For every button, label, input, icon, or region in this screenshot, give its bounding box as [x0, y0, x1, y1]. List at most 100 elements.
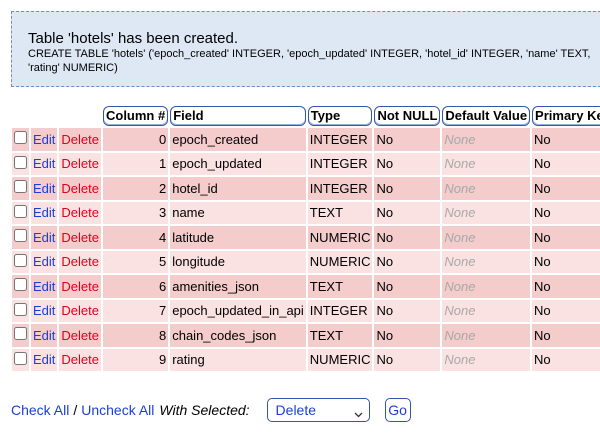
delete-cell: Delete: [59, 152, 101, 175]
edit-link[interactable]: Edit: [33, 132, 55, 147]
row-select-cell: [12, 201, 29, 224]
primary-key-value: No: [532, 250, 600, 273]
row-checkbox[interactable]: [14, 204, 27, 218]
default-value: None: [442, 275, 531, 298]
header-type: Type: [307, 106, 373, 126]
field-name: chain_codes_json: [170, 324, 306, 347]
edit-link[interactable]: Edit: [33, 303, 55, 318]
row-select-cell: [12, 177, 29, 200]
not-null-value: No: [374, 250, 441, 273]
field-name: amenities_json: [170, 275, 306, 298]
primary-key-value: No: [532, 201, 600, 224]
row-select-cell: [12, 250, 29, 273]
delete-link[interactable]: Delete: [61, 254, 99, 269]
row-checkbox[interactable]: [14, 278, 27, 292]
edit-cell: Edit: [31, 299, 58, 322]
not-null-value: No: [374, 299, 441, 322]
header-primary-key: Primary Key: [532, 106, 600, 126]
field-type: TEXT: [307, 201, 373, 224]
success-notice: Table 'hotels' has been created. CREATE …: [11, 11, 600, 87]
row-select-cell: [12, 324, 29, 347]
field-type: TEXT: [307, 324, 373, 347]
edit-cell: Edit: [31, 324, 58, 347]
field-name: longitude: [170, 250, 306, 273]
check-all-link[interactable]: Check All: [11, 402, 69, 418]
delete-cell: Delete: [59, 324, 101, 347]
table-row: Edit Delete 2 hotel_id INTEGER No None No: [12, 177, 600, 200]
edit-link[interactable]: Edit: [33, 352, 55, 367]
primary-key-value: No: [532, 177, 600, 200]
edit-cell: Edit: [31, 128, 58, 151]
header-field: Field: [170, 106, 306, 126]
default-value: None: [442, 348, 531, 371]
default-value: None: [442, 177, 531, 200]
delete-link[interactable]: Delete: [61, 181, 99, 196]
field-name: epoch_updated: [170, 152, 306, 175]
row-checkbox[interactable]: [14, 155, 27, 169]
delete-link[interactable]: Delete: [61, 328, 99, 343]
row-checkbox[interactable]: [14, 302, 27, 316]
edit-link[interactable]: Edit: [33, 254, 55, 269]
table-row: Edit Delete 4 latitude NUMERIC No None No: [12, 226, 600, 249]
delete-link[interactable]: Delete: [61, 303, 99, 318]
header-blank-checkbox: [12, 106, 29, 126]
edit-link[interactable]: Edit: [33, 156, 55, 171]
field-name: rating: [170, 348, 306, 371]
action-select-value: Delete: [275, 402, 317, 418]
row-select-cell: [12, 128, 29, 151]
delete-link[interactable]: Delete: [61, 156, 99, 171]
field-type: INTEGER: [307, 299, 373, 322]
default-value: None: [442, 324, 531, 347]
row-checkbox[interactable]: [14, 327, 27, 341]
table-row: Edit Delete 0 epoch_created INTEGER No None No: [12, 128, 600, 151]
row-checkbox[interactable]: [14, 180, 27, 194]
edit-link[interactable]: Edit: [33, 328, 55, 343]
table-row: Edit Delete 9 rating NUMERIC No None No: [12, 348, 600, 371]
table-row: Edit Delete 8 chain_codes_json TEXT No None No: [12, 324, 600, 347]
field-name: hotel_id: [170, 177, 306, 200]
column-number: 8: [102, 324, 169, 347]
notice-sql-line-2: 'rating' NUMERIC): [28, 62, 118, 74]
column-number: 4: [102, 226, 169, 249]
notice-title: Table 'hotels' has been created.: [28, 30, 239, 47]
edit-link[interactable]: Edit: [33, 205, 55, 220]
not-null-value: No: [374, 226, 441, 249]
edit-cell: Edit: [31, 152, 58, 175]
field-name: latitude: [170, 226, 306, 249]
not-null-value: No: [374, 348, 441, 371]
edit-link[interactable]: Edit: [33, 230, 55, 245]
go-button[interactable]: Go: [384, 398, 411, 422]
delete-link[interactable]: Delete: [61, 279, 99, 294]
delete-link[interactable]: Delete: [61, 352, 99, 367]
delete-link[interactable]: Delete: [61, 132, 99, 147]
row-checkbox[interactable]: [14, 131, 27, 145]
row-select-cell: [12, 348, 29, 371]
primary-key-value: No: [532, 348, 600, 371]
edit-link[interactable]: Edit: [33, 181, 55, 196]
edit-cell: Edit: [31, 348, 58, 371]
header-blank-delete: [59, 106, 101, 126]
table-header-row: Column # Field Type Not NULL Default Val…: [12, 106, 600, 126]
delete-link[interactable]: Delete: [61, 205, 99, 220]
delete-cell: Delete: [59, 226, 101, 249]
column-number: 0: [102, 128, 169, 151]
uncheck-all-link[interactable]: Uncheck All: [81, 402, 154, 418]
column-number: 1: [102, 152, 169, 175]
row-checkbox[interactable]: [14, 229, 27, 243]
edit-link[interactable]: Edit: [33, 279, 55, 294]
header-default-value: Default Value: [442, 106, 531, 126]
field-type: INTEGER: [307, 152, 373, 175]
not-null-value: No: [374, 177, 441, 200]
edit-cell: Edit: [31, 201, 58, 224]
delete-cell: Delete: [59, 348, 101, 371]
table-row: Edit Delete 3 name TEXT No None No: [12, 201, 600, 224]
row-checkbox[interactable]: [14, 351, 27, 365]
action-select[interactable]: Delete: [266, 398, 370, 422]
column-number: 2: [102, 177, 169, 200]
not-null-value: No: [374, 152, 441, 175]
table-row: Edit Delete 6 amenities_json TEXT No None No: [12, 275, 600, 298]
row-checkbox[interactable]: [14, 253, 27, 267]
row-select-cell: [12, 226, 29, 249]
default-value: None: [442, 152, 531, 175]
delete-link[interactable]: Delete: [61, 230, 99, 245]
